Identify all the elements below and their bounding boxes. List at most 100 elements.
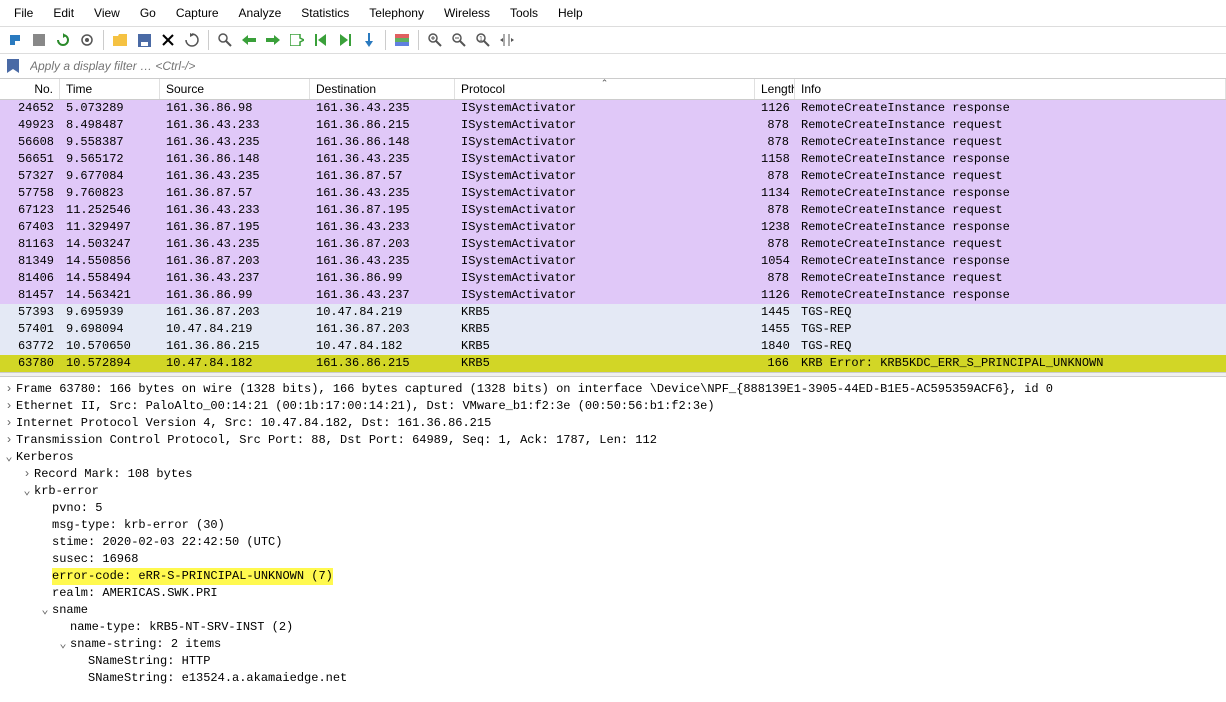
menu-edit[interactable]: Edit <box>45 4 82 22</box>
menu-statistics[interactable]: Statistics <box>293 4 357 22</box>
packet-row[interactable]: 573279.677084161.36.43.235161.36.87.57IS… <box>0 168 1226 185</box>
detail-row[interactable]: ›Transmission Control Protocol, Src Port… <box>2 432 1224 449</box>
detail-row[interactable]: susec: 16968 <box>2 551 1224 568</box>
save-file-icon[interactable] <box>133 29 155 51</box>
expand-closed-icon[interactable]: › <box>2 381 16 398</box>
packet-time: 9.695939 <box>60 304 160 321</box>
expand-open-icon[interactable]: ⌄ <box>56 636 70 653</box>
packet-row[interactable]: 6377210.570650161.36.86.21510.47.84.182K… <box>0 338 1226 355</box>
col-source[interactable]: Source <box>160 79 310 99</box>
expand-open-icon[interactable]: ⌄ <box>20 483 34 500</box>
packet-row[interactable]: 566519.565172161.36.86.148161.36.43.235I… <box>0 151 1226 168</box>
col-no[interactable]: No. <box>0 79 60 99</box>
detail-text: Ethernet II, Src: PaloAlto_00:14:21 (00:… <box>16 398 715 415</box>
menu-help[interactable]: Help <box>550 4 591 22</box>
packet-no: 81349 <box>0 253 60 270</box>
detail-row[interactable]: pvno: 5 <box>2 500 1224 517</box>
packet-info: TGS-REQ <box>795 338 1226 355</box>
packet-row[interactable]: 499238.498487161.36.43.233161.36.86.215I… <box>0 117 1226 134</box>
detail-row[interactable]: name-type: kRB5-NT-SRV-INST (2) <box>2 619 1224 636</box>
detail-row[interactable]: stime: 2020-02-03 22:42:50 (UTC) <box>2 534 1224 551</box>
packet-row[interactable]: 8116314.503247161.36.43.235161.36.87.203… <box>0 236 1226 253</box>
menu-view[interactable]: View <box>86 4 128 22</box>
go-last-icon[interactable] <box>334 29 356 51</box>
menu-wireless[interactable]: Wireless <box>436 4 498 22</box>
resize-columns-icon[interactable] <box>496 29 518 51</box>
packet-row[interactable]: 6712311.252546161.36.43.233161.36.87.195… <box>0 202 1226 219</box>
go-forward-icon[interactable] <box>262 29 284 51</box>
packet-row[interactable]: 573939.695939161.36.87.20310.47.84.219KR… <box>0 304 1226 321</box>
packet-row[interactable]: 8140614.558494161.36.43.237161.36.86.99I… <box>0 270 1226 287</box>
packet-row[interactable]: 577589.760823161.36.87.57161.36.43.235IS… <box>0 185 1226 202</box>
detail-text: error-code: eRR-S-PRINCIPAL-UNKNOWN (7) <box>52 568 333 585</box>
packet-details[interactable]: ›Frame 63780: 166 bytes on wire (1328 bi… <box>0 377 1226 702</box>
zoom-reset-icon[interactable]: 1 <box>472 29 494 51</box>
display-filter-input[interactable] <box>26 56 1222 76</box>
expand-closed-icon[interactable]: › <box>2 432 16 449</box>
packet-no: 57758 <box>0 185 60 202</box>
colorize-icon[interactable] <box>391 29 413 51</box>
packet-list[interactable]: 246525.073289161.36.86.98161.36.43.235IS… <box>0 100 1226 372</box>
menu-analyze[interactable]: Analyze <box>231 4 290 22</box>
detail-row[interactable]: realm: AMERICAS.SWK.PRI <box>2 585 1224 602</box>
packet-row[interactable]: 574019.69809410.47.84.219161.36.87.203KR… <box>0 321 1226 338</box>
detail-row[interactable]: ›Ethernet II, Src: PaloAlto_00:14:21 (00… <box>2 398 1224 415</box>
packet-info: RemoteCreateInstance response <box>795 151 1226 168</box>
open-file-icon[interactable] <box>109 29 131 51</box>
expand-open-icon[interactable]: ⌄ <box>38 602 52 619</box>
menu-capture[interactable]: Capture <box>168 4 227 22</box>
expand-closed-icon[interactable]: › <box>2 415 16 432</box>
detail-row[interactable]: SNameString: e13524.a.akamaiedge.net <box>2 670 1224 687</box>
packet-row[interactable]: 8134914.550856161.36.87.203161.36.43.235… <box>0 253 1226 270</box>
packet-src: 161.36.43.235 <box>160 134 310 151</box>
detail-row[interactable]: ›Internet Protocol Version 4, Src: 10.47… <box>2 415 1224 432</box>
detail-row[interactable]: ⌄sname <box>2 602 1224 619</box>
restart-capture-icon[interactable] <box>52 29 74 51</box>
stop-capture-icon[interactable] <box>28 29 50 51</box>
detail-row[interactable]: ›Record Mark: 108 bytes <box>2 466 1224 483</box>
close-file-icon[interactable] <box>157 29 179 51</box>
bookmark-filter-icon[interactable] <box>4 57 22 75</box>
start-capture-icon[interactable] <box>4 29 26 51</box>
packet-row[interactable]: 6740311.329497161.36.87.195161.36.43.233… <box>0 219 1226 236</box>
packet-info: RemoteCreateInstance response <box>795 185 1226 202</box>
reload-icon[interactable] <box>181 29 203 51</box>
packet-time: 9.677084 <box>60 168 160 185</box>
menu-go[interactable]: Go <box>132 4 164 22</box>
packet-row[interactable]: 6378010.57289410.47.84.182161.36.86.215K… <box>0 355 1226 372</box>
go-first-icon[interactable] <box>310 29 332 51</box>
detail-row[interactable]: ⌄Kerberos <box>2 449 1224 466</box>
go-to-packet-icon[interactable] <box>286 29 308 51</box>
col-time[interactable]: Time <box>60 79 160 99</box>
col-protocol[interactable]: Protocol ⌃ <box>455 79 755 99</box>
detail-text: Internet Protocol Version 4, Src: 10.47.… <box>16 415 491 432</box>
expand-closed-icon[interactable]: › <box>20 466 34 483</box>
detail-row[interactable]: SNameString: HTTP <box>2 653 1224 670</box>
detail-row[interactable]: msg-type: krb-error (30) <box>2 517 1224 534</box>
col-dest[interactable]: Destination <box>310 79 455 99</box>
zoom-out-icon[interactable] <box>448 29 470 51</box>
auto-scroll-icon[interactable] <box>358 29 380 51</box>
packet-no: 63780 <box>0 355 60 372</box>
expand-open-icon[interactable]: ⌄ <box>2 449 16 466</box>
zoom-in-icon[interactable] <box>424 29 446 51</box>
capture-options-icon[interactable] <box>76 29 98 51</box>
menu-file[interactable]: File <box>6 4 41 22</box>
packet-row[interactable]: 566089.558387161.36.43.235161.36.86.148I… <box>0 134 1226 151</box>
col-length[interactable]: Length <box>755 79 795 99</box>
col-info[interactable]: Info <box>795 79 1226 99</box>
detail-row[interactable]: error-code: eRR-S-PRINCIPAL-UNKNOWN (7) <box>2 568 1224 585</box>
packet-info: RemoteCreateInstance request <box>795 202 1226 219</box>
menu-tools[interactable]: Tools <box>502 4 546 22</box>
detail-row[interactable]: ⌄sname-string: 2 items <box>2 636 1224 653</box>
menu-telephony[interactable]: Telephony <box>361 4 432 22</box>
packet-info: KRB Error: KRB5KDC_ERR_S_PRINCIPAL_UNKNO… <box>795 355 1226 372</box>
detail-row[interactable]: ⌄krb-error <box>2 483 1224 500</box>
detail-row[interactable]: ›Frame 63780: 166 bytes on wire (1328 bi… <box>2 381 1224 398</box>
packet-row[interactable]: 246525.073289161.36.86.98161.36.43.235IS… <box>0 100 1226 117</box>
packet-row[interactable]: 8145714.563421161.36.86.99161.36.43.237I… <box>0 287 1226 304</box>
find-packet-icon[interactable] <box>214 29 236 51</box>
packet-src: 161.36.87.57 <box>160 185 310 202</box>
expand-closed-icon[interactable]: › <box>2 398 16 415</box>
go-back-icon[interactable] <box>238 29 260 51</box>
